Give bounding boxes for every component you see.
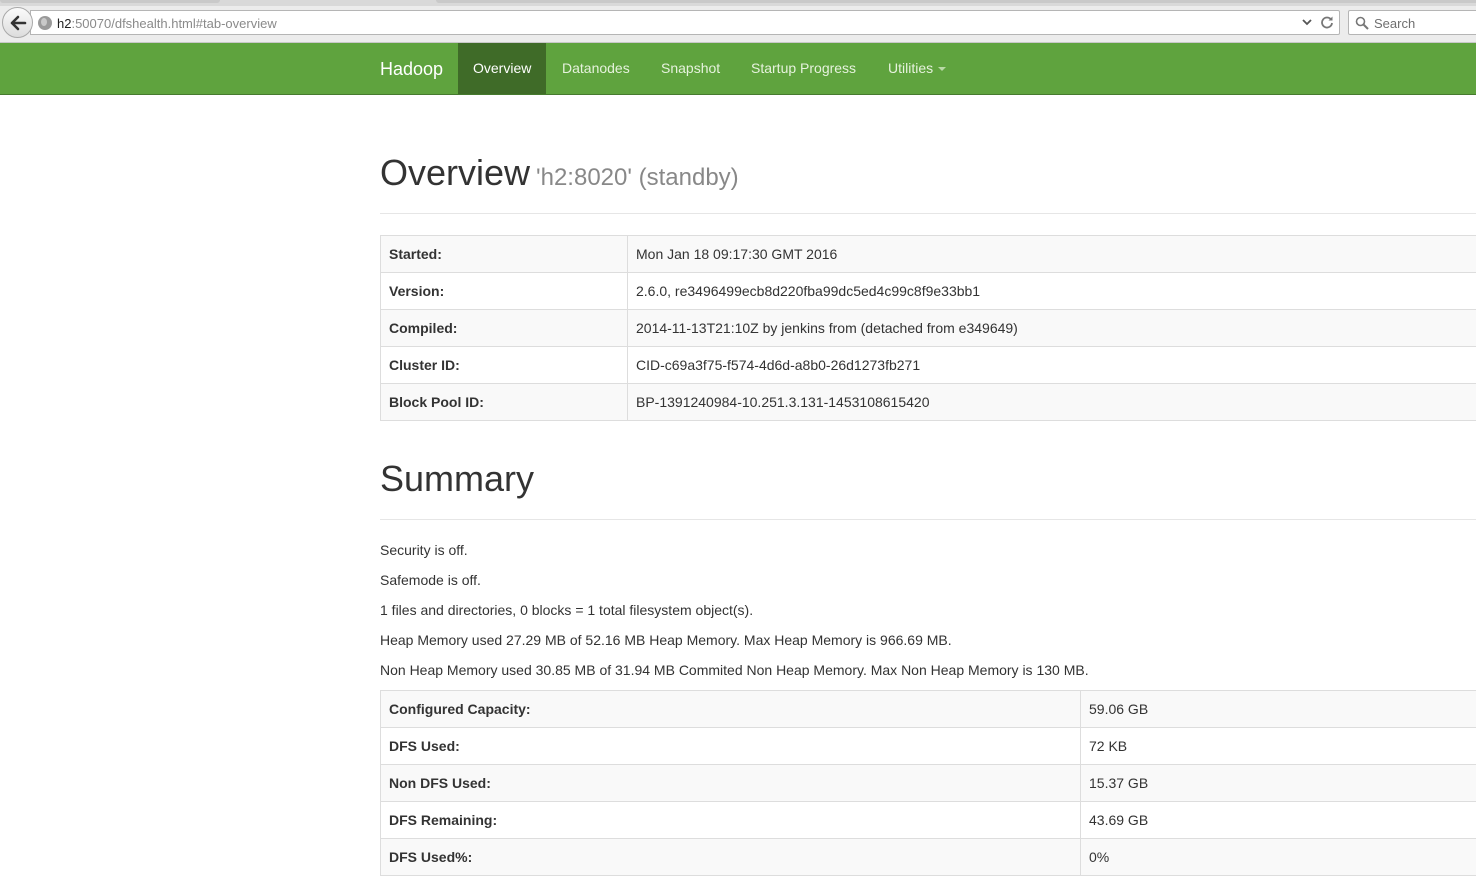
row-value: CID-c69a3f75-f574-4d6d-a8b0-26d1273fb271 — [628, 347, 1476, 384]
tab-overview[interactable]: Overview — [458, 43, 546, 94]
row-value: 15.37 GB — [1081, 765, 1476, 802]
browser-tab[interactable] — [436, 0, 1476, 3]
table-row: Cluster ID: CID-c69a3f75-f574-4d6d-a8b0-… — [381, 347, 1476, 384]
row-key: Version: — [381, 273, 628, 310]
row-key: Block Pool ID: — [381, 384, 628, 421]
table-row: DFS Used: 72 KB — [381, 728, 1476, 765]
url-text[interactable]: h2:50070/dfshealth.html#tab-overview — [57, 16, 277, 31]
row-value: BP-1391240984-10.251.3.131-1453108615420 — [628, 384, 1476, 421]
page-title: Overview'h2:8020' (standby) — [380, 152, 739, 194]
url-bar[interactable]: h2:50070/dfshealth.html#tab-overview — [30, 10, 1340, 35]
page-title-text: Overview — [380, 152, 530, 193]
page-subtitle: 'h2:8020' (standby) — [536, 164, 739, 191]
row-key: DFS Remaining: — [381, 802, 1081, 839]
non-heap-memory: Non Heap Memory used 30.85 MB of 31.94 M… — [380, 662, 1089, 678]
brand-logo[interactable]: Hadoop — [380, 59, 443, 80]
section-title-summary: Summary — [380, 458, 534, 500]
table-row: DFS Used%: 0% — [381, 839, 1476, 876]
filesystem-objects: 1 files and directories, 0 blocks = 1 to… — [380, 602, 753, 618]
row-value: 0% — [1081, 839, 1476, 876]
row-value: 72 KB — [1081, 728, 1476, 765]
divider — [380, 519, 1476, 520]
url-host: h2 — [57, 16, 71, 31]
table-row: Started: Mon Jan 18 09:17:30 GMT 2016 — [381, 236, 1476, 273]
browser-tab[interactable] — [0, 0, 220, 3]
back-button[interactable] — [2, 7, 33, 38]
row-key: Cluster ID: — [381, 347, 628, 384]
table-row: Block Pool ID: BP-1391240984-10.251.3.13… — [381, 384, 1476, 421]
tab-utilities[interactable]: Utilities — [873, 43, 961, 94]
table-row: Compiled: 2014-11-13T21:10Z by jenkins f… — [381, 310, 1476, 347]
globe-icon — [38, 16, 52, 30]
chevron-down-icon[interactable] — [1301, 16, 1313, 28]
tab-strip — [0, 0, 1476, 6]
row-value: 59.06 GB — [1081, 691, 1476, 728]
row-key: Compiled: — [381, 310, 628, 347]
summary-table: Configured Capacity: 59.06 GB DFS Used: … — [380, 690, 1476, 876]
row-key: Non DFS Used: — [381, 765, 1081, 802]
divider — [380, 213, 1476, 214]
row-key: Started: — [381, 236, 628, 273]
tab-utilities-label: Utilities — [888, 60, 933, 76]
url-path: :50070/dfshealth.html#tab-overview — [71, 16, 276, 31]
row-value: 43.69 GB — [1081, 802, 1476, 839]
row-key: DFS Used: — [381, 728, 1081, 765]
table-row: Configured Capacity: 59.06 GB — [381, 691, 1476, 728]
row-key: DFS Used%: — [381, 839, 1081, 876]
tab-startup-progress[interactable]: Startup Progress — [736, 43, 871, 94]
arrow-left-icon — [9, 15, 27, 31]
browser-toolbar: h2:50070/dfshealth.html#tab-overview Sea… — [0, 0, 1476, 43]
security-status: Security is off. — [380, 542, 468, 558]
row-value: Mon Jan 18 09:17:30 GMT 2016 — [628, 236, 1476, 273]
search-icon — [1355, 16, 1369, 30]
table-row: Version: 2.6.0, re3496499ecb8d220fba99dc… — [381, 273, 1476, 310]
reload-icon[interactable] — [1320, 15, 1334, 29]
tab-datanodes[interactable]: Datanodes — [547, 43, 645, 94]
overview-table: Started: Mon Jan 18 09:17:30 GMT 2016 Ve… — [380, 235, 1476, 421]
row-value: 2.6.0, re3496499ecb8d220fba99dc5ed4c99c8… — [628, 273, 1476, 310]
row-key: Configured Capacity: — [381, 691, 1081, 728]
tab-snapshot[interactable]: Snapshot — [646, 43, 735, 94]
top-navbar: Hadoop Overview Datanodes Snapshot Start… — [0, 43, 1476, 95]
safemode-status: Safemode is off. — [380, 572, 481, 588]
table-row: Non DFS Used: 15.37 GB — [381, 765, 1476, 802]
row-value: 2014-11-13T21:10Z by jenkins from (detac… — [628, 310, 1476, 347]
table-row: DFS Remaining: 43.69 GB — [381, 802, 1476, 839]
search-input[interactable]: Search — [1348, 10, 1476, 35]
search-placeholder: Search — [1374, 16, 1415, 31]
heap-memory: Heap Memory used 27.29 MB of 52.16 MB He… — [380, 632, 952, 648]
caret-down-icon — [938, 67, 946, 71]
